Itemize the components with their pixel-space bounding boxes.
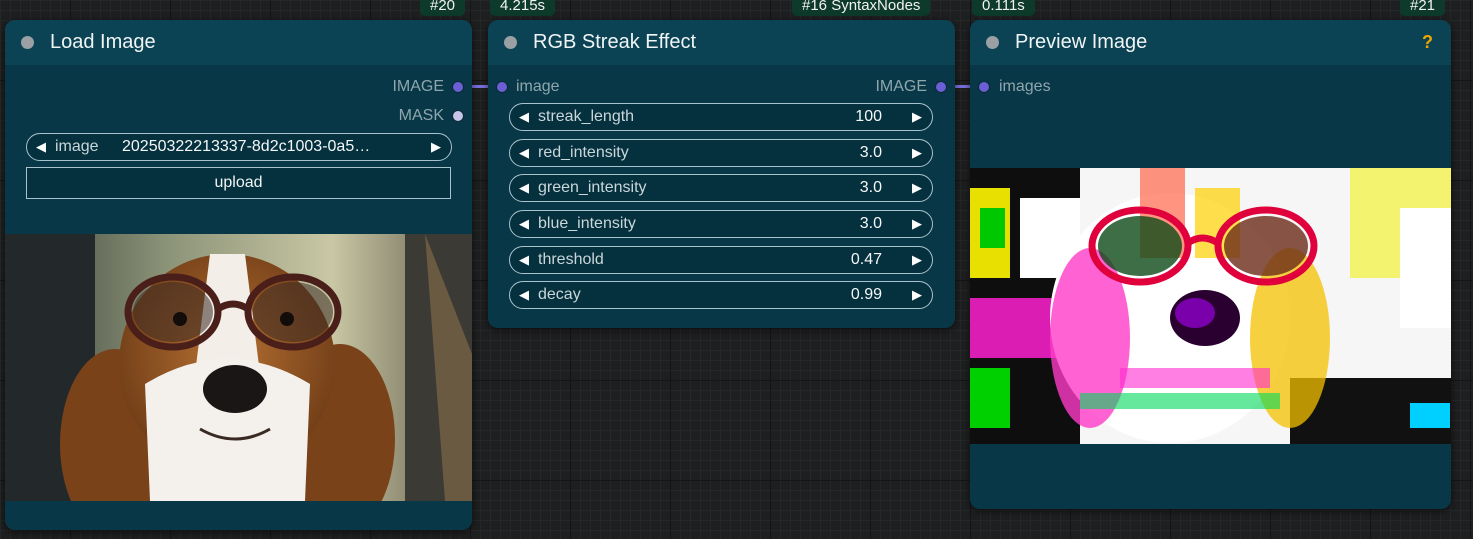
increment-arrow-icon[interactable]: ▶: [912, 252, 922, 268]
collapse-dot[interactable]: [986, 36, 999, 49]
widget-name: image: [55, 138, 99, 155]
decrement-arrow-icon[interactable]: ◀: [519, 109, 529, 125]
widget-name: threshold: [538, 251, 604, 268]
output-label-image: IMAGE: [392, 78, 444, 95]
widget-green-intensity[interactable]: ◀ green_intensity 3.0 ▶: [509, 174, 933, 202]
increment-arrow-icon[interactable]: ▶: [912, 145, 922, 161]
widget-name: blue_intensity: [538, 215, 636, 232]
node-id-badge-load: #20: [420, 0, 466, 16]
decrement-arrow-icon[interactable]: ◀: [519, 145, 529, 161]
loaded-image-preview: [5, 234, 472, 501]
decrement-arrow-icon[interactable]: ◀: [519, 252, 529, 268]
decrement-arrow-icon[interactable]: ◀: [519, 287, 529, 303]
rgb-streak-effect-node[interactable]: RGB Streak Effect image IMAGE ◀ streak_l…: [488, 20, 955, 328]
upload-button[interactable]: upload: [26, 167, 451, 199]
decrement-arrow-icon[interactable]: ◀: [36, 139, 46, 155]
widget-value: 3.0: [859, 215, 882, 232]
widget-streak-length[interactable]: ◀ streak_length 100 ▶: [509, 103, 933, 131]
output-socket-image[interactable]: [935, 81, 947, 93]
increment-arrow-icon[interactable]: ▶: [912, 109, 922, 125]
widget-threshold[interactable]: ◀ threshold 0.47 ▶: [509, 246, 933, 274]
decrement-arrow-icon[interactable]: ◀: [519, 180, 529, 196]
decrement-arrow-icon[interactable]: ◀: [519, 216, 529, 232]
increment-arrow-icon[interactable]: ▶: [431, 139, 441, 155]
widget-name: streak_length: [538, 108, 635, 125]
collapse-dot[interactable]: [21, 36, 34, 49]
load-image-node[interactable]: Load Image IMAGE MASK ◀ image 2025032221…: [5, 20, 472, 530]
widget-decay[interactable]: ◀ decay 0.99 ▶: [509, 281, 933, 309]
output-label-mask: MASK: [398, 107, 444, 124]
output-socket-mask[interactable]: [452, 110, 464, 122]
node-title: Load Image: [50, 31, 156, 53]
node-title: Preview Image: [1015, 31, 1148, 53]
output-image-preview: [970, 168, 1451, 444]
increment-arrow-icon[interactable]: ▶: [912, 180, 922, 196]
execution-time-badge-preview: 0.111s: [972, 0, 1035, 16]
widget-value: 3.0: [859, 179, 882, 196]
node-title: RGB Streak Effect: [533, 31, 697, 53]
input-label-images: images: [999, 78, 1051, 95]
input-socket-images[interactable]: [978, 81, 990, 93]
widget-name: decay: [538, 286, 581, 303]
increment-arrow-icon[interactable]: ▶: [912, 216, 922, 232]
input-label-image: image: [516, 78, 560, 95]
execution-time-badge-rgb: 4.215s: [490, 0, 556, 16]
output-socket-image[interactable]: [452, 81, 464, 93]
help-icon[interactable]: ?: [1422, 32, 1433, 53]
node-id-badge-rgb: #16 SyntaxNodes: [792, 0, 931, 16]
widget-name: green_intensity: [538, 179, 647, 196]
collapse-dot[interactable]: [504, 36, 517, 49]
widget-value: 3.0: [859, 144, 882, 161]
widget-red-intensity[interactable]: ◀ red_intensity 3.0 ▶: [509, 139, 933, 167]
preview-image-node[interactable]: Preview Image ? images: [970, 20, 1451, 509]
input-socket-image[interactable]: [496, 81, 508, 93]
widget-value: 0.99: [850, 286, 882, 303]
widget-name: red_intensity: [538, 144, 629, 161]
output-label-image: IMAGE: [875, 78, 927, 95]
node-id-badge-preview: #21: [1400, 0, 1446, 16]
image-combo-widget[interactable]: ◀ image 20250322213337-8d2c1003-0a5… ▶: [26, 133, 452, 161]
increment-arrow-icon[interactable]: ▶: [912, 287, 922, 303]
widget-blue-intensity[interactable]: ◀ blue_intensity 3.0 ▶: [509, 210, 933, 238]
widget-value: 20250322213337-8d2c1003-0a5…: [122, 138, 371, 155]
widget-value: 0.47: [850, 251, 882, 268]
widget-value: 100: [855, 108, 882, 125]
